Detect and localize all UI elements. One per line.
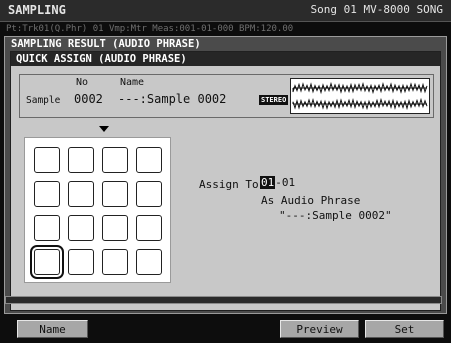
quick-assign-dialog: QUICK ASSIGN (AUDIO PHRASE) No Name Samp… [10,51,441,311]
pad-3[interactable] [102,147,128,173]
horizontal-scrollbar[interactable] [5,296,442,304]
pad-7[interactable] [102,181,128,207]
name-button[interactable]: Name [17,320,88,338]
pad-16[interactable] [136,249,162,275]
sub-info-line: Pt:Trk01(Q.Phr) 01 Vmp:Mtr Meas:001-01-0… [6,24,294,34]
song-info: Song 01 MV-8000 SONG [310,3,443,16]
outer-dialog-title: SAMPLING RESULT (AUDIO PHRASE) [11,38,201,50]
sample-info-box: No Name Sample 0002 ---:Sample 0002 STER… [19,74,434,118]
screen: SAMPLING Song 01 MV-8000 SONG Pt:Trk01(Q… [0,0,451,343]
pad-12[interactable] [136,215,162,241]
pad-9[interactable] [34,215,60,241]
pad-marker-arrow-icon [99,126,109,132]
as-audio-phrase-label: As Audio Phrase [261,194,361,207]
pad-15[interactable] [102,249,128,275]
pad-13[interactable] [30,245,64,279]
pad-grid [24,137,171,283]
stereo-badge: STEREO [259,95,289,105]
assign-to-label: Assign To [199,178,259,191]
assign-to-field[interactable]: 01-01 [260,176,295,190]
pad-4[interactable] [136,147,162,173]
pad-1[interactable] [34,147,60,173]
pad-6[interactable] [68,181,94,207]
sample-number: 0002 [74,92,103,106]
assign-to-bank[interactable]: 01 [260,176,276,189]
pad-2[interactable] [68,147,94,173]
app-title: SAMPLING [8,3,66,17]
phrase-name: "---:Sample 0002" [279,209,392,222]
sample-label: Sample [26,95,61,106]
pad-14[interactable] [68,249,94,275]
pad-10[interactable] [68,215,94,241]
inner-dialog-title: QUICK ASSIGN (AUDIO PHRASE) [16,53,187,65]
preview-button[interactable]: Preview [280,320,359,338]
inner-title-bar: QUICK ASSIGN (AUDIO PHRASE) [11,52,440,66]
sampling-result-dialog: SAMPLING RESULT (AUDIO PHRASE) QUICK ASS… [4,36,447,314]
waveform-preview [290,78,430,114]
no-header: No [76,77,89,88]
pad-5[interactable] [34,181,60,207]
set-button[interactable]: Set [365,320,444,338]
pad-11[interactable] [102,215,128,241]
sample-name: ---:Sample 0002 [118,92,227,106]
pad-8[interactable] [136,181,162,207]
name-header: Name [120,77,145,88]
assign-to-pad[interactable]: -01 [275,176,295,189]
top-bar: SAMPLING Song 01 MV-8000 SONG [0,0,451,22]
waveform-graphic [292,81,428,111]
